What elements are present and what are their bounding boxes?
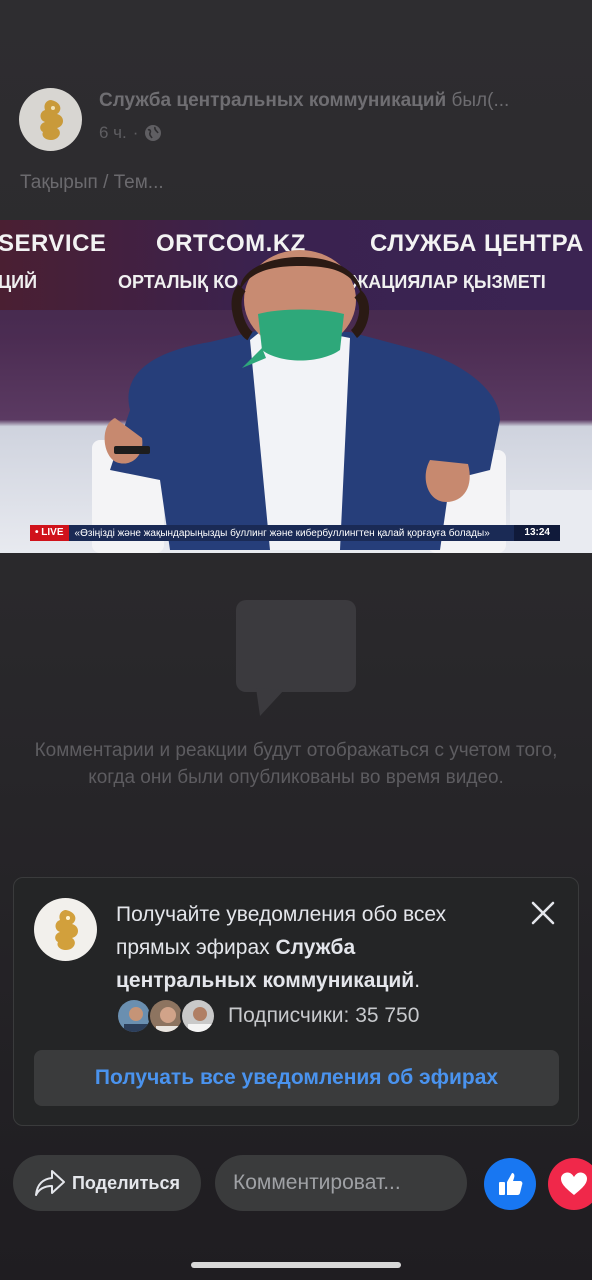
- post-header: Служба центральных коммуникаций был(... …: [19, 88, 579, 152]
- live-badge: • LIVE: [30, 525, 69, 541]
- comment-bubble-icon: [236, 600, 356, 716]
- comment-input[interactable]: Комментироват...: [215, 1155, 467, 1211]
- post-meta: 6 ч. ·: [99, 123, 162, 143]
- followers-count: Подписчики: 35 750: [228, 1004, 420, 1027]
- follower-avatar: [116, 998, 152, 1034]
- live-notification-card: Получайте уведомления обо всех прямых эф…: [13, 877, 579, 1126]
- speaker-figure: [104, 250, 500, 550]
- banner-row2-left: ЦИЙ: [0, 272, 38, 292]
- page-avatar[interactable]: [19, 88, 82, 151]
- followers-row: Подписчики: 35 750: [116, 998, 419, 1034]
- page-name-suffix: был(...: [446, 90, 510, 111]
- close-icon[interactable]: [528, 898, 558, 928]
- share-button[interactable]: Поделиться: [13, 1155, 201, 1211]
- globe-icon: [145, 125, 162, 141]
- follower-avatar: [148, 998, 184, 1034]
- ticker-time: 13:24: [514, 525, 560, 541]
- card-page-avatar: [34, 898, 97, 961]
- share-arrow-icon: [34, 1170, 65, 1196]
- dragon-logo-icon: [54, 909, 78, 950]
- heart-icon: [561, 1172, 587, 1195]
- page-name[interactable]: Служба центральных коммуникаций: [99, 90, 446, 111]
- notification-text-end: .: [414, 969, 421, 992]
- share-label: Поделиться: [71, 1172, 181, 1193]
- post-time: 6 ч.: [99, 123, 127, 142]
- thumbs-up-icon: [499, 1173, 523, 1195]
- video-player[interactable]: SERVICE ORTCOM.KZ СЛУЖБА ЦЕНТРА ЦИЙ ОРТА…: [0, 220, 592, 553]
- post-topic[interactable]: Тақырып / Тем...: [20, 172, 164, 194]
- ticker-text: «Өзіңізді және жақындарыңызды буллинг жә…: [74, 527, 490, 539]
- get-all-live-notifications-button[interactable]: Получать все уведомления об эфирах: [34, 1050, 559, 1106]
- dragon-logo-icon: [39, 99, 63, 140]
- home-indicator[interactable]: [191, 1262, 401, 1268]
- news-ticker: • LIVE «Өзіңізді және жақындарыңызды бул…: [30, 525, 560, 541]
- comments-info-text: Комментарии и реакции будут отображаться…: [34, 740, 558, 788]
- love-reaction-button[interactable]: [548, 1158, 592, 1210]
- like-reaction-button[interactable]: [484, 1158, 536, 1210]
- notification-message: Получайте уведомления обо всех прямых эф…: [116, 898, 496, 997]
- page-name-line[interactable]: Служба центральных коммуникаций был(...: [99, 90, 579, 112]
- meta-dot: ·: [132, 123, 139, 142]
- follower-avatar: [180, 998, 216, 1034]
